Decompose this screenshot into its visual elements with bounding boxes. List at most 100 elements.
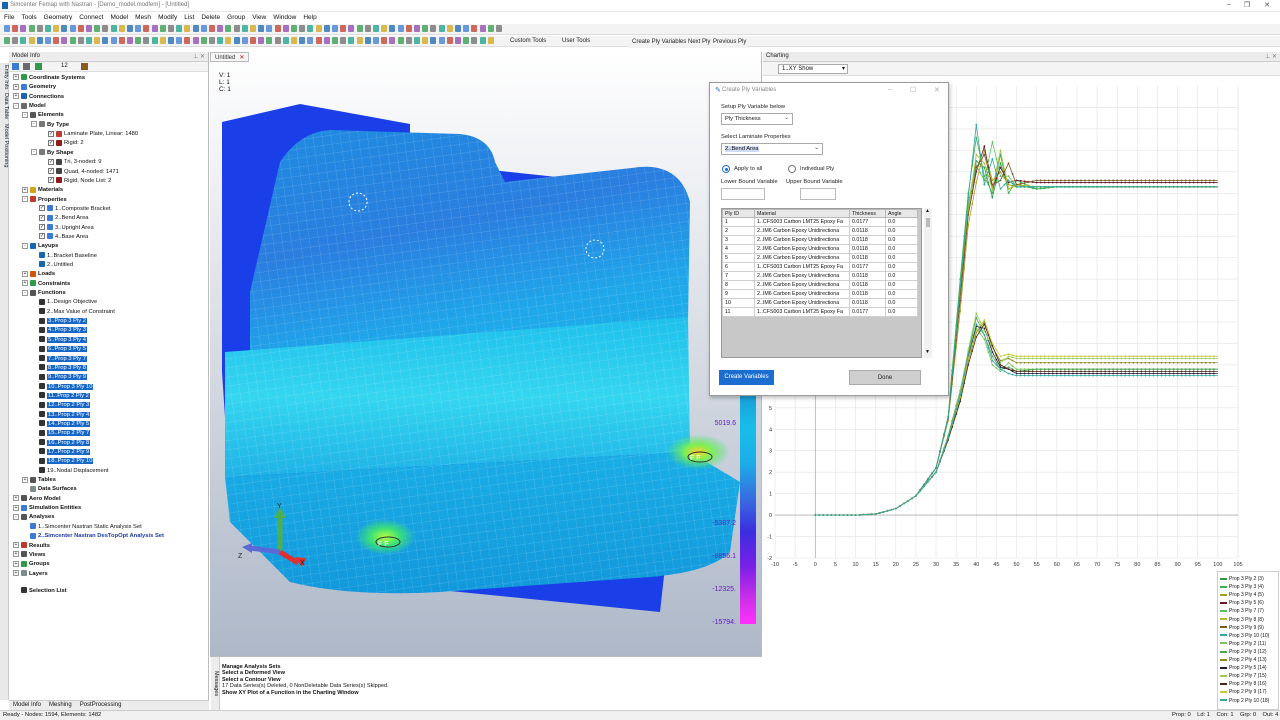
checkbox-icon[interactable]: ✓: [39, 233, 45, 240]
done-button[interactable]: Done: [849, 370, 921, 385]
tree-item[interactable]: ✓ 4..Base Area: [31, 233, 88, 242]
legend-item[interactable]: Prop 3 Ply 7 (7): [1220, 607, 1264, 615]
toolbar-tool-icon[interactable]: [86, 37, 92, 44]
toolbar-tool-icon[interactable]: [455, 25, 461, 32]
toolbar-tool-icon[interactable]: [381, 37, 388, 44]
toolbar-tool-icon[interactable]: [356, 25, 363, 32]
toolbar-tool-icon[interactable]: [364, 25, 371, 32]
column-header[interactable]: Thickness: [849, 209, 886, 218]
expand-icon[interactable]: +: [13, 495, 19, 502]
table-cell[interactable]: 0.0118: [849, 289, 886, 299]
collapse-icon[interactable]: -: [31, 149, 37, 156]
checkbox-icon[interactable]: ✓: [48, 130, 54, 137]
toolbar-tool-icon[interactable]: [143, 37, 150, 44]
checkbox-icon[interactable]: ✓: [39, 214, 45, 221]
table-row[interactable]: 4 2..IM6 Carbon Epoxy Unidirectiona 0.0118…: [722, 244, 918, 254]
toolbar-tool-icon[interactable]: [373, 25, 379, 32]
table-cell[interactable]: 0.0118: [849, 253, 886, 263]
toolbar-tool-icon[interactable]: [496, 25, 502, 32]
table-row[interactable]: 10 2..IM6 Carbon Epoxy Unidirectiona 0.011…: [722, 298, 918, 308]
toolbar-tool-icon[interactable]: [315, 37, 322, 44]
minimize-icon[interactable]: –: [888, 86, 892, 93]
toolbar-tool-icon[interactable]: [28, 37, 35, 44]
tree-item[interactable]: + Views: [13, 551, 45, 560]
tree-item[interactable]: 9..Prop 3 Ply 9: [31, 373, 88, 382]
pin-icon[interactable]: ⊥ ✕: [193, 53, 205, 60]
toolbar-tool-icon[interactable]: [479, 37, 486, 44]
close-icon[interactable]: ✕: [934, 86, 940, 94]
checkbox-icon[interactable]: ✓: [48, 158, 54, 165]
toolbar-tool-icon[interactable]: [414, 37, 420, 44]
table-cell[interactable]: 0.0: [885, 280, 918, 290]
expand-icon[interactable]: +: [13, 504, 19, 511]
toolbar-tool-icon[interactable]: [45, 25, 51, 32]
toolbar-tool-icon[interactable]: [209, 25, 215, 32]
toolbar-tool-icon[interactable]: [250, 37, 256, 44]
legend-item[interactable]: Prop 3 Ply 8 (8): [1220, 616, 1264, 624]
toolbar-tool-icon[interactable]: [159, 25, 166, 32]
toolbar-tool-icon[interactable]: [53, 25, 60, 32]
checkbox-icon[interactable]: ✓: [48, 177, 54, 184]
toolbar-tool-icon[interactable]: [135, 25, 142, 32]
toolbar-tool-icon[interactable]: [69, 25, 76, 32]
expand-icon[interactable]: +: [22, 270, 28, 277]
toolbar-tool-icon[interactable]: [135, 37, 142, 44]
table-row[interactable]: 2 2..IM6 Carbon Epoxy Unidirectiona 0.0118…: [722, 226, 918, 236]
expand-icon[interactable]: +: [13, 541, 19, 548]
menu-view[interactable]: View: [248, 12, 269, 21]
toolbar-tool-icon[interactable]: [463, 37, 470, 44]
toolbar-tool-icon[interactable]: [94, 25, 101, 32]
tree-item[interactable]: + Groups: [13, 560, 50, 569]
maximize-icon[interactable]: ☐: [910, 86, 916, 94]
table-cell[interactable]: 1..CFS003 Carbon LMT25 Epoxy Fa: [754, 262, 850, 272]
table-cell[interactable]: 2..IM6 Carbon Epoxy Unidirectiona: [754, 235, 850, 245]
tree-item[interactable]: + Simulation Entities: [13, 504, 81, 513]
menu-file[interactable]: File: [0, 12, 17, 21]
tree-item[interactable]: ✓ Quad, 4-noded: 1471: [40, 167, 119, 177]
toolbar-tool-icon[interactable]: [479, 25, 486, 32]
individual-ply-radio[interactable]: [788, 165, 796, 173]
expand-icon[interactable]: +: [22, 476, 28, 483]
toolbar-tool-icon[interactable]: [299, 37, 306, 44]
tree-item[interactable]: Data Surfaces: [22, 485, 77, 494]
table-cell[interactable]: 0.0177: [849, 307, 886, 317]
toolbar-tool-icon[interactable]: [233, 25, 240, 32]
side-tab[interactable]: Data Table: [0, 91, 9, 121]
tree-item[interactable]: 14..Prop 2 Ply 5: [31, 420, 91, 429]
table-cell[interactable]: 0.0: [885, 307, 918, 317]
toolbar-tool-icon[interactable]: [405, 37, 412, 44]
table-cell[interactable]: 0.0118: [849, 298, 886, 308]
toolbar-tool-icon[interactable]: [463, 25, 470, 32]
menu-geometry[interactable]: Geometry: [40, 12, 76, 21]
toolbar-tool-icon[interactable]: [471, 25, 478, 32]
tree-tool-icon[interactable]: [81, 63, 88, 70]
tree-item[interactable]: + Constraints: [22, 280, 70, 289]
tree-item[interactable]: + Geometry: [13, 83, 56, 92]
checkbox-icon[interactable]: ✓: [39, 205, 45, 212]
table-cell[interactable]: 0.0118: [849, 280, 886, 290]
toolbar-tool-icon[interactable]: [151, 37, 158, 44]
toolbar-tool-icon[interactable]: [323, 25, 330, 32]
toolbar-tool-icon[interactable]: [69, 37, 76, 44]
tree-item[interactable]: + Materials: [22, 186, 63, 195]
graphics-window[interactable]: Untitled ✕ V: 1 L: 1 C: 1 F F F F Y X Z …: [210, 52, 762, 656]
toolbar-tool-icon[interactable]: [61, 37, 68, 44]
toolbar-tool-icon[interactable]: [389, 37, 396, 44]
tree-item[interactable]: 1..Simcenter Nastran Static Analysis Set: [22, 523, 142, 532]
toolbar-tool-icon[interactable]: [381, 25, 388, 32]
table-row[interactable]: 1 1..CFS003 Carbon LMT25 Epoxy Fa 0.0177 0.…: [722, 217, 918, 227]
checkbox-icon[interactable]: ✓: [48, 139, 54, 146]
toolbar-tool-icon[interactable]: [151, 25, 158, 32]
custom-tools-button[interactable]: Custom Tools: [510, 38, 546, 44]
tree-item[interactable]: ✓ 2..Bend Area: [31, 214, 89, 223]
toolbar-tool-icon[interactable]: [4, 25, 10, 32]
bottom-tab[interactable]: PostProcessing: [76, 701, 126, 709]
toolbar-tool-icon[interactable]: [225, 25, 232, 32]
toolbar-tool-icon[interactable]: [36, 37, 43, 44]
toolbar-tool-icon[interactable]: [12, 37, 19, 44]
laminate-select[interactable]: 2..Bend Area ⌄: [721, 143, 823, 155]
toolbar-tool-icon[interactable]: [241, 37, 248, 44]
toolbar-tool-icon[interactable]: [397, 25, 404, 32]
legend-item[interactable]: Prop 2 Ply 8 (16): [1220, 680, 1267, 688]
menu-tools[interactable]: Tools: [17, 12, 39, 21]
